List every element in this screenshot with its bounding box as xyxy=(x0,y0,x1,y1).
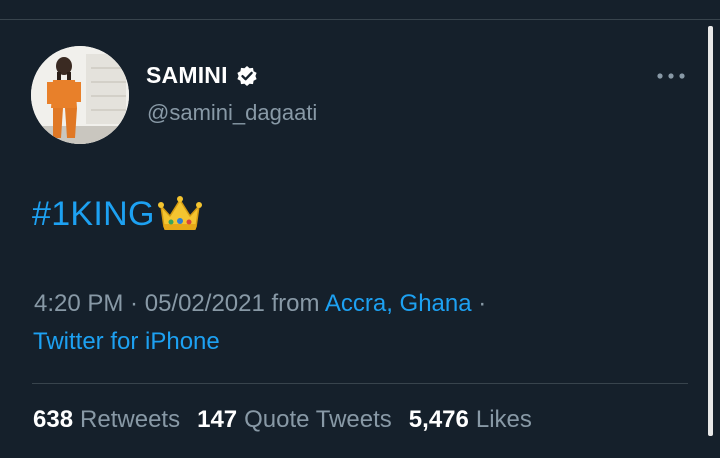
quote-tweets-count: 147 xyxy=(197,406,238,433)
location-link[interactable]: Accra, Ghana xyxy=(325,290,472,317)
tweet-time[interactable]: 4:20 PM xyxy=(34,290,123,317)
crown-emoji-icon xyxy=(157,196,202,230)
from-label: from xyxy=(264,290,325,317)
likes-label: Likes xyxy=(475,406,532,433)
top-divider xyxy=(0,19,720,20)
meta-trailing-separator: · xyxy=(471,290,487,317)
tweet-meta-line: 4:20 PM · 05/02/2021 from Accra, Ghana · xyxy=(34,290,486,318)
retweets-stat[interactable]: 638 Retweets xyxy=(33,406,180,434)
retweets-count: 638 xyxy=(33,406,74,433)
quote-tweets-stat[interactable]: 147 Quote Tweets xyxy=(197,406,392,434)
likes-stat[interactable]: 5,476 Likes xyxy=(409,406,532,434)
tweet-source-link[interactable]: Twitter for iPhone xyxy=(33,328,220,356)
meta-separator: · xyxy=(123,290,145,317)
scrollbar[interactable] xyxy=(708,26,713,436)
tweet-text: #1KING xyxy=(32,194,203,234)
tweet-stats: 638 Retweets 147 Quote Tweets 5,476 Likes xyxy=(33,406,549,434)
more-options-icon[interactable] xyxy=(655,70,687,82)
hashtag-link[interactable]: #1KING xyxy=(32,195,155,234)
stats-divider xyxy=(32,383,688,384)
avatar[interactable] xyxy=(31,46,129,144)
retweets-label: Retweets xyxy=(80,406,181,433)
verified-badge-icon xyxy=(237,65,257,86)
quote-tweets-label: Quote Tweets xyxy=(244,406,392,433)
display-name-row[interactable]: SAMINI xyxy=(146,62,258,89)
profile-photo-icon xyxy=(31,46,129,144)
user-handle[interactable]: @samini_dagaati xyxy=(147,100,317,126)
tweet-date[interactable]: 05/02/2021 xyxy=(145,290,265,317)
display-name[interactable]: SAMINI xyxy=(146,62,228,89)
likes-count: 5,476 xyxy=(408,406,469,433)
